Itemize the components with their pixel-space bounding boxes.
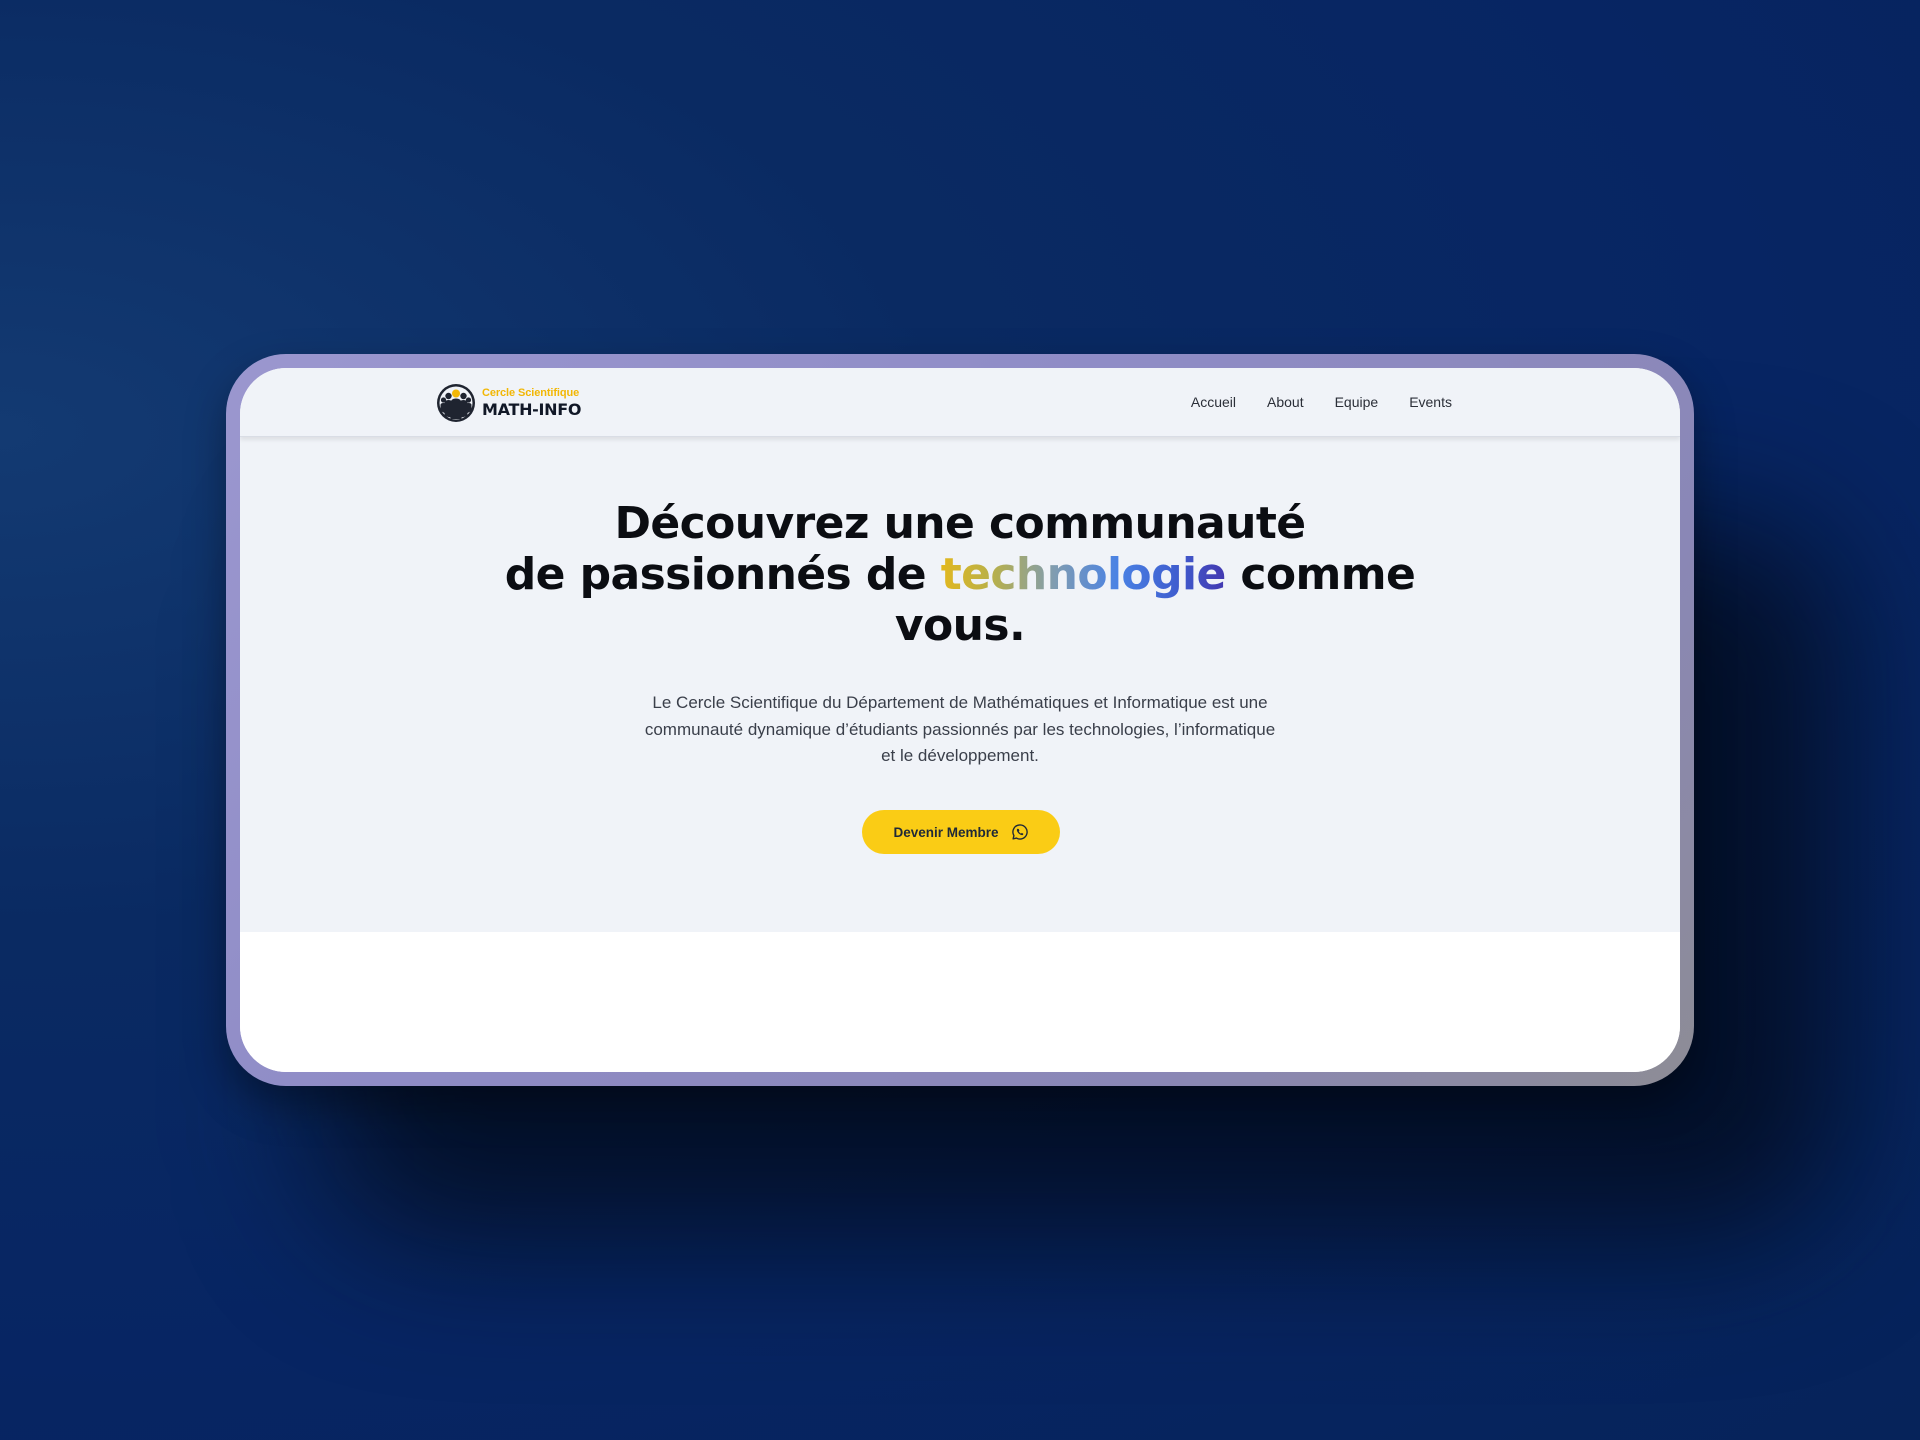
hero-title-line1: Découvrez une communauté [614,498,1306,549]
hero-title: Découvrez une communauté de passionnés d… [240,498,1680,651]
hero-section: Découvrez une communauté de passionnés d… [240,436,1680,932]
navbar: Cercle Scientifique MATH-INFO Accueil Ab… [240,368,1680,437]
lower-section [240,932,1680,1072]
brand-top-line: Cercle Scientifique [482,387,580,399]
hero-title-line2-start: de passionnés de [504,549,941,600]
device-frame: Cercle Scientifique MATH-INFO Accueil Ab… [226,354,1694,1086]
browser-screen: Cercle Scientifique MATH-INFO Accueil Ab… [240,368,1680,1072]
become-member-button[interactable]: Devenir Membre [862,810,1060,854]
become-member-label: Devenir Membre [893,824,999,840]
hero-title-highlight: technologie [940,549,1227,600]
brand-logo[interactable]: Cercle Scientifique MATH-INFO [436,382,581,424]
hero-description: Le Cercle Scientifique du Département de… [644,693,1276,765]
main-nav: Accueil About Equipe Events [1191,368,1452,436]
nav-link-about[interactable]: About [1267,394,1304,410]
nav-link-equipe[interactable]: Equipe [1335,394,1379,410]
hero-title-line2-end: comme [1225,549,1416,600]
hero-title-line3: vous. [894,600,1026,651]
group-of-people-icon [437,384,475,422]
nav-link-events[interactable]: Events [1409,394,1452,410]
brand-name: MATH-INFO [482,400,582,419]
whatsapp-icon [1011,824,1028,840]
nav-link-accueil[interactable]: Accueil [1191,394,1236,410]
brand-wordmark: Cercle Scientifique MATH-INFO [482,388,581,418]
